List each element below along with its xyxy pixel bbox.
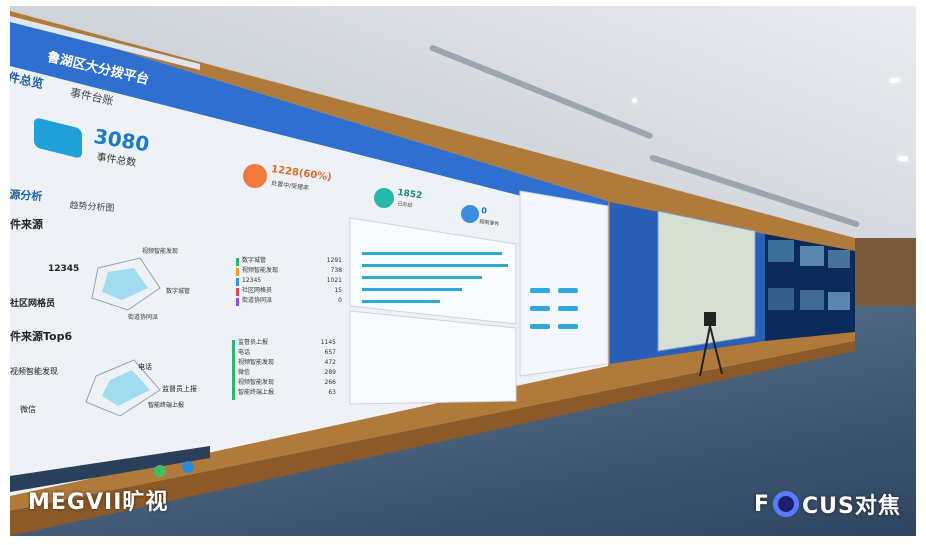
list-item-label: 社区网格员 [242,287,273,294]
overdue-value: 0 [480,206,488,216]
list-item: 视频智能发现 472 [238,358,336,368]
radar1-label: 视频智能发现 [142,248,179,255]
megvii-watermark-logo: MEGVII旷视 [28,490,169,515]
list-item: 微信 289 [238,368,336,378]
radar1-label: 12345 [48,264,80,274]
photo-scene: 鲁湖区大分拨平台 件总览 事件台账 3080 事件总数 1228(60%) 处置… [10,6,916,536]
list-item-label: 监督员上报 [238,339,269,346]
stat-icon-overdue [461,205,479,223]
radar1-label: 数字城管 [166,288,191,295]
list-item: 12345 1021 [242,276,342,286]
section-source-title: 件来源 [10,218,43,231]
list-item-label: 视频智能发现 [238,379,275,386]
radar1-label: 街道协同派 [128,314,159,321]
radar2-label: 智能终端上报 [148,402,185,409]
list-item-label: 视频智能发现 [242,267,279,274]
list-item-value: 63 [328,389,336,396]
list-item-value: 472 [324,359,336,366]
radar2-label: 电话 [138,363,152,371]
top6-list: 监督员上报 1145 电话 657 视频智能发现 472 微信 289 视频智能发现 26… [238,338,336,398]
radar2-label: 微信 [20,405,36,414]
source-list: 数字城管 1291 视频智能发现 738 12345 1021 社区网格员 15 街道协… [242,256,342,306]
list-item-value: 15 [334,287,342,294]
list-item: 视频智能发现 266 [238,378,336,388]
list-item-label: 街道协同派 [242,297,273,304]
focus-lens-icon [773,491,800,517]
stat-icon-processing [243,164,267,188]
event-table [349,310,517,405]
list-item: 社区网格员 15 [242,286,342,296]
stat-icon-done [374,188,394,208]
list-item-value: 289 [324,369,336,376]
list-item-label: 12345 [242,277,262,284]
focus-watermark-prefix: F [754,491,771,517]
list-item: 视频智能发现 738 [242,266,342,276]
list-item-label: 视频智能发现 [238,359,275,366]
tab-source-analysis[interactable]: 源分析 [10,186,43,204]
list-item-value: 266 [324,379,336,386]
list-item-value: 1291 [326,257,342,264]
list-item: 街道协同派 0 [242,296,342,306]
list-item: 电话 657 [238,348,336,358]
list-item-value: 1021 [326,277,342,284]
section-top6-title: 件来源Top6 [10,330,73,343]
radar1-label: 社区网格员 [10,299,56,309]
list-item-label: 电话 [238,349,251,356]
list-item-label: 智能终端上报 [238,389,275,396]
list-item-label: 数字城管 [242,257,267,264]
side-panel [519,190,609,377]
list-item-value: 1145 [320,339,336,346]
list-item-value: 657 [324,349,336,356]
radar2-label: 监督员上报 [162,385,197,393]
list-item-value: 0 [338,297,342,304]
radar2-label: 视频智能发现 [10,367,58,376]
focus-watermark-logo: F CUS对焦 [754,488,901,520]
list-item: 数字城管 1291 [242,256,342,266]
list-item-value: 738 [330,267,342,274]
list-item-label: 微信 [238,369,251,376]
focus-watermark-suffix: CUS对焦 [802,494,901,519]
list-item: 监督员上报 1145 [238,338,336,348]
list-item: 智能终端上报 63 [238,388,336,398]
